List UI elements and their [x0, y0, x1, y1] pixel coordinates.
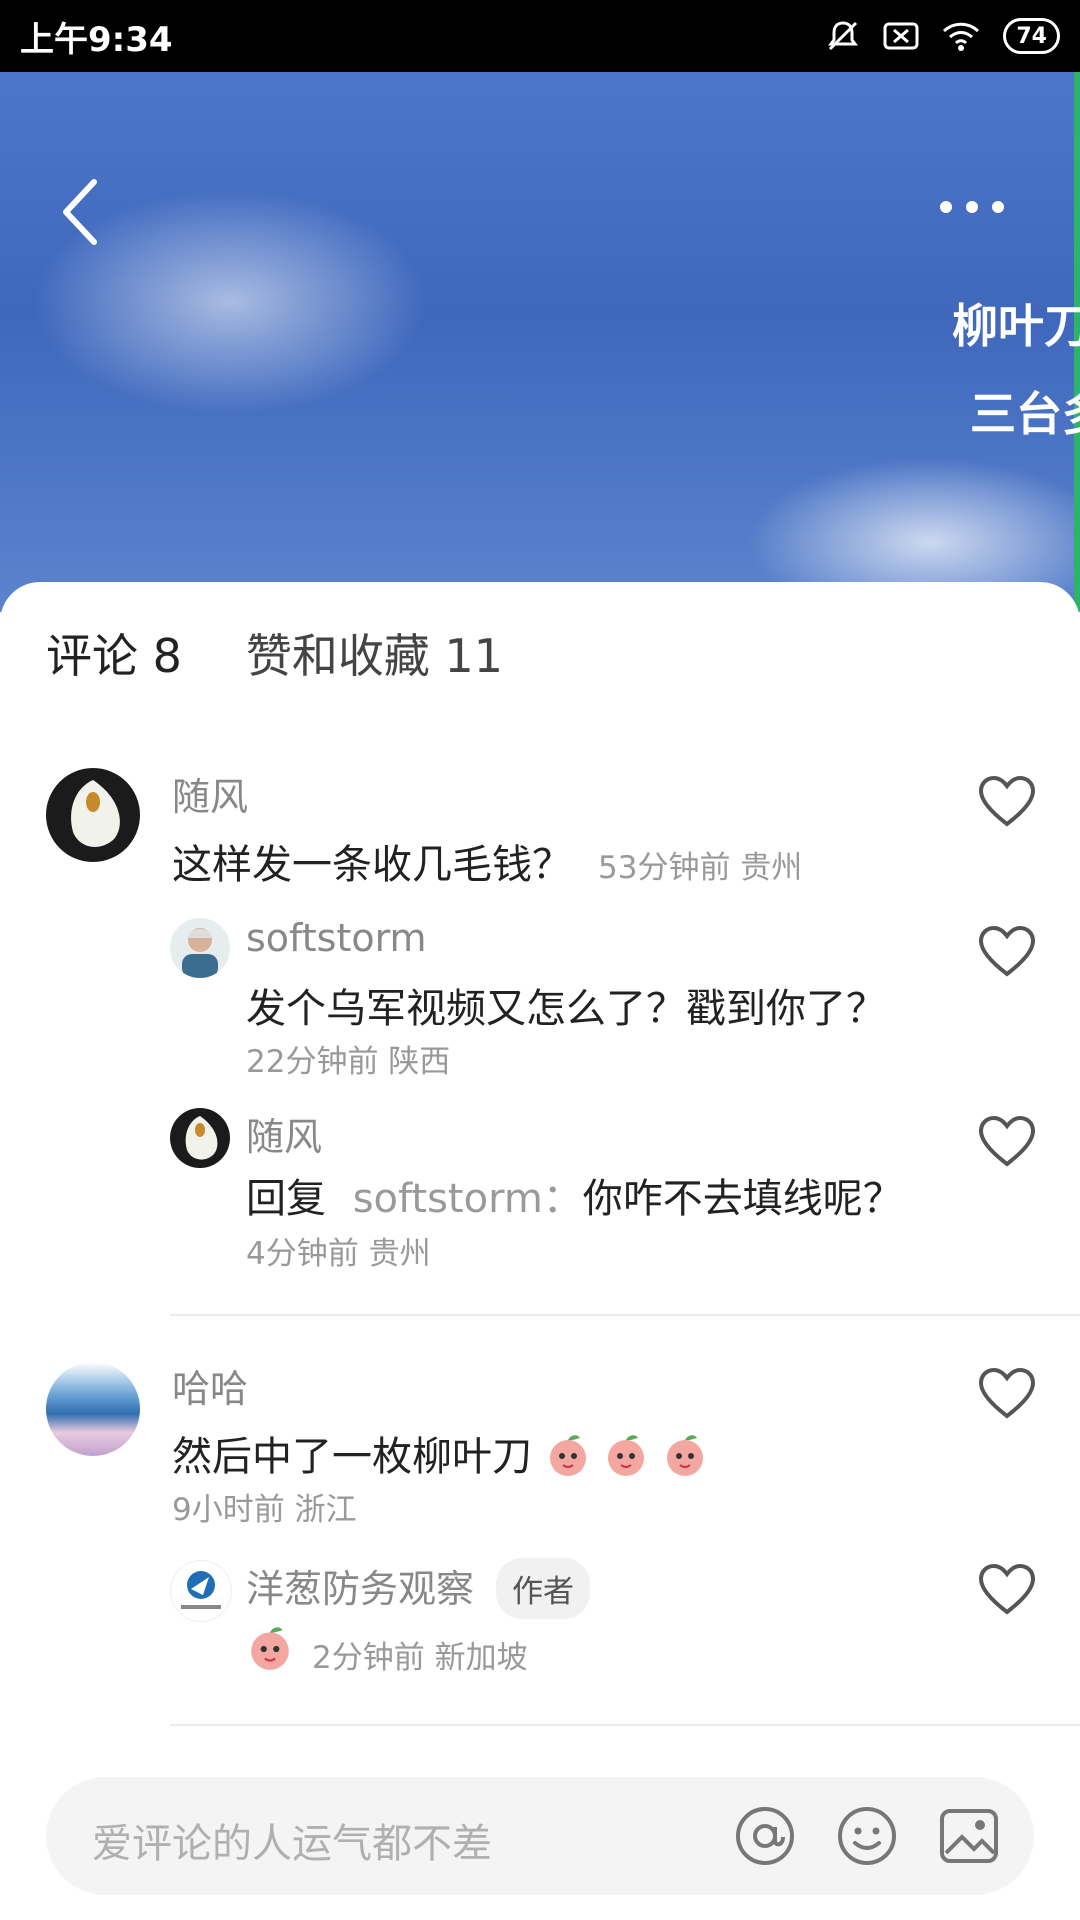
avatar[interactable] — [170, 1108, 230, 1168]
video-overlay-title: 柳叶刀 — [952, 299, 1080, 353]
comment-sheet: 评论 8 赞和收藏 11 随风 这样发一条收几毛钱？ 53分钟前 贵州 softs… — [0, 582, 1080, 1920]
avatar[interactable] — [170, 918, 230, 978]
heart-outline-icon[interactable] — [978, 776, 1036, 828]
comment-username[interactable]: 哈哈 — [172, 1358, 248, 1413]
comment-input-bar[interactable]: 爱评论的人运气都不差 — [46, 1777, 1034, 1895]
no-sim-icon — [883, 22, 919, 50]
heart-outline-icon[interactable] — [978, 1116, 1036, 1168]
heart-outline-icon[interactable] — [978, 1368, 1036, 1420]
reply-body: 你咋不去填线呢？ — [582, 1176, 903, 1222]
image-icon[interactable] — [938, 1805, 1000, 1867]
comment-text: 然后中了一枚柳叶刀 — [172, 1424, 708, 1482]
calla-lily-icon — [185, 1116, 218, 1160]
reply-text: 回复 softstorm：你咋不去填线呢？ — [246, 1166, 903, 1224]
reply-username[interactable]: 洋葱防务观察 — [246, 1558, 474, 1613]
heart-outline-icon[interactable] — [978, 1564, 1036, 1616]
avatar[interactable] — [46, 768, 140, 862]
peach-emoji-icon — [608, 1435, 645, 1476]
comment-username[interactable]: 随风 — [172, 766, 248, 821]
avatar[interactable] — [170, 1560, 232, 1622]
video-overlay-subtitle: 三台多 — [970, 387, 1080, 441]
comment-body: 然后中了一枚柳叶刀 — [172, 1434, 532, 1480]
heart-outline-icon[interactable] — [978, 926, 1036, 978]
comment-input-placeholder[interactable]: 爱评论的人运气都不差 — [92, 1811, 492, 1869]
calla-lily-icon — [71, 780, 120, 847]
status-time: 上午9:34 — [20, 19, 173, 60]
more-dots-icon[interactable] — [940, 182, 1020, 232]
comment-meta: 9小时前 浙江 — [172, 1492, 357, 1528]
reply-meta: 4分钟前 贵州 — [246, 1236, 431, 1272]
comment-tabs: 评论 8 赞和收藏 11 — [46, 620, 503, 686]
battery-level: 74 — [1016, 23, 1047, 49]
comment-divider — [170, 1314, 1080, 1316]
battery-indicator: 74 — [1003, 18, 1060, 54]
peach-emoji-icon — [667, 1435, 704, 1476]
reply-prefix: 回复 — [246, 1176, 326, 1222]
mute-bell-icon — [828, 21, 859, 51]
person-avatar-icon — [182, 928, 218, 978]
reply-username[interactable]: softstorm — [246, 916, 427, 960]
peach-emoji-icon — [549, 1435, 586, 1476]
video-preview[interactable]: 柳叶刀 三台多 — [0, 72, 1080, 612]
smile-icon[interactable] — [836, 1805, 898, 1867]
at-icon[interactable] — [734, 1805, 796, 1867]
chevron-left-icon[interactable] — [52, 172, 112, 252]
reply-meta: 2分钟前 新加坡 — [312, 1640, 528, 1676]
wifi-icon — [943, 22, 980, 51]
comment-text: 这样发一条收几毛钱？ 53分钟前 贵州 — [172, 832, 802, 890]
reply-meta: 22分钟前 陕西 — [246, 1044, 451, 1080]
avatar[interactable] — [46, 1362, 140, 1456]
reply-to-user[interactable]: softstorm： — [353, 1176, 583, 1222]
comment-divider — [170, 1724, 1080, 1726]
tab-likes-favorites[interactable]: 赞和收藏 11 — [246, 620, 503, 686]
reply-username[interactable]: 随风 — [246, 1106, 322, 1161]
comment-body: 这样发一条收几毛钱？ — [172, 842, 572, 888]
tab-comments[interactable]: 评论 8 — [46, 620, 182, 686]
author-badge: 作者 — [496, 1558, 590, 1619]
status-icons: 74 — [825, 18, 1060, 54]
status-bar: 上午9:34 74 — [0, 0, 1080, 72]
peach-emoji-icon — [251, 1627, 289, 1670]
comment-meta: 53分钟前 贵州 — [598, 850, 803, 886]
reply-text: 发个乌军视频又怎么了？戳到你了？ — [246, 986, 886, 1032]
onion-defense-logo-icon — [181, 1571, 221, 1609]
